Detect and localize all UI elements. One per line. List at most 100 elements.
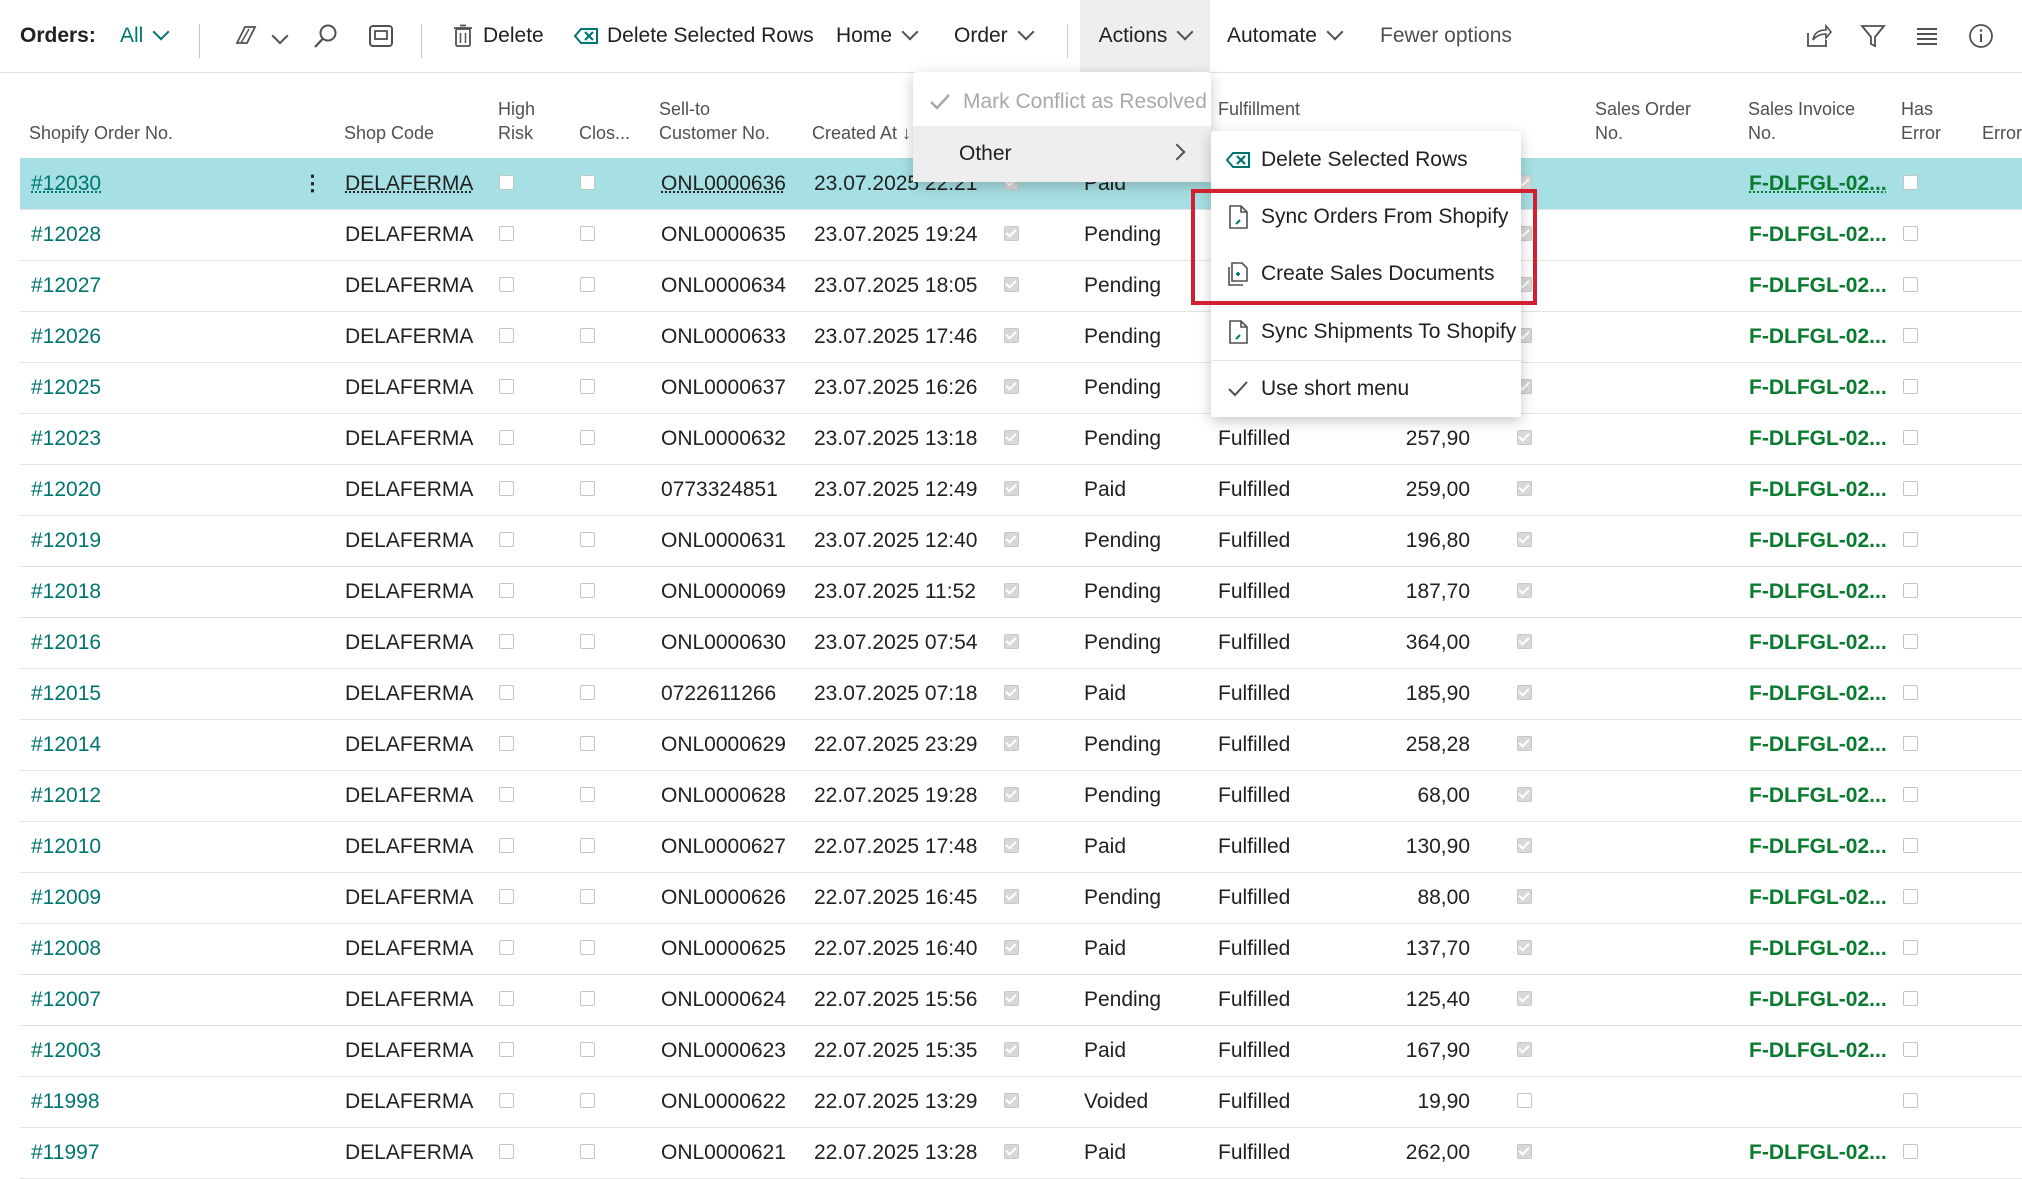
automate-menu[interactable]: Automate — [1227, 0, 1344, 72]
table-row[interactable]: #12025 DELAFERMA ONL0000637 23.07.2025 16:2… — [20, 362, 2022, 414]
order-no-link[interactable]: #11998 — [31, 1076, 271, 1127]
home-menu[interactable]: Home — [836, 0, 919, 72]
column-header-sales-order-no[interactable]: Sales Order No. — [1595, 97, 1691, 145]
order-no-link[interactable]: #12009 — [31, 872, 271, 923]
has-error-checkbox — [1903, 379, 1918, 394]
edit-list-icon[interactable] — [363, 18, 399, 54]
column-header-shop-code[interactable]: Shop Code — [344, 121, 434, 145]
order-no-link[interactable]: #12030 — [31, 158, 271, 209]
sales-invoice-link[interactable]: F-DLFGL-02... — [1749, 770, 1909, 821]
order-no-link[interactable]: #12027 — [31, 260, 271, 311]
order-menu[interactable]: Order — [954, 0, 1035, 72]
share-icon[interactable] — [1800, 18, 1836, 54]
column-header-sales-invoice-no[interactable]: Sales Invoice No. — [1748, 97, 1855, 145]
sales-invoice-link[interactable]: F-DLFGL-02... — [1749, 362, 1909, 413]
sales-invoice-link[interactable] — [1749, 1076, 1909, 1127]
menu-item-use-short-menu[interactable]: Use short menu — [1211, 361, 1521, 417]
column-header-created-at[interactable]: Created At ↓ — [812, 121, 911, 145]
table-row[interactable]: #12016 DELAFERMA ONL0000630 23.07.2025 07:5… — [20, 617, 2022, 669]
order-no-link[interactable]: #12023 — [31, 413, 271, 464]
table-row[interactable]: #12027 DELAFERMA ONL0000634 23.07.2025 18:0… — [20, 260, 2022, 312]
row-more-options-icon[interactable]: ⋮ — [302, 158, 323, 209]
table-row[interactable]: #12020 DELAFERMA 0773324851 23.07.2025 12:4… — [20, 464, 2022, 516]
order-no-link[interactable]: #12020 — [31, 464, 271, 515]
order-no-link[interactable]: #12015 — [31, 668, 271, 719]
table-row[interactable]: #12010 DELAFERMA ONL0000627 22.07.2025 17:4… — [20, 821, 2022, 873]
shop-code-cell: DELAFERMA — [345, 477, 474, 501]
customer-no-cell: 0722611266 — [661, 681, 777, 705]
customer-no-cell: ONL0000630 — [661, 630, 786, 654]
table-row[interactable]: #12019 DELAFERMA ONL0000631 23.07.2025 12:4… — [20, 515, 2022, 567]
sales-invoice-link[interactable]: F-DLFGL-02... — [1749, 1127, 1909, 1178]
actions-menu[interactable]: Actions — [1080, 0, 1210, 72]
search-icon[interactable] — [308, 18, 344, 54]
order-no-link[interactable]: #12003 — [31, 1025, 271, 1076]
sales-invoice-link[interactable]: F-DLFGL-02... — [1749, 923, 1909, 974]
info-icon[interactable] — [1963, 18, 1999, 54]
menu-item-other[interactable]: Other — [913, 126, 1211, 182]
sales-invoice-link[interactable]: F-DLFGL-02... — [1749, 209, 1909, 260]
column-header-error[interactable]: Error — [1982, 121, 2022, 145]
menu-item-mark-conflict-resolved[interactable]: Mark Conflict as Resolved — [913, 74, 1211, 130]
sales-invoice-link[interactable]: F-DLFGL-02... — [1749, 821, 1909, 872]
column-header-closed[interactable]: Clos... — [579, 121, 630, 145]
order-no-link[interactable]: #12018 — [31, 566, 271, 617]
chevron-down-icon[interactable] — [271, 27, 289, 45]
table-row[interactable]: #12007 DELAFERMA ONL0000624 22.07.2025 15:5… — [20, 974, 2022, 1026]
order-no-link[interactable]: #12026 — [31, 311, 271, 362]
delete-button[interactable]: Delete — [453, 0, 544, 72]
menu-item-delete-selected-rows[interactable]: Delete Selected Rows — [1211, 132, 1521, 188]
table-row[interactable]: #11998 DELAFERMA ONL0000622 22.07.2025 13:2… — [20, 1076, 2022, 1128]
sales-invoice-link[interactable]: F-DLFGL-02... — [1749, 566, 1909, 617]
order-no-link[interactable]: #12025 — [31, 362, 271, 413]
table-row[interactable]: #12014 DELAFERMA ONL0000629 22.07.2025 23:2… — [20, 719, 2022, 771]
table-row[interactable]: #12008 DELAFERMA ONL0000625 22.07.2025 16:4… — [20, 923, 2022, 975]
list-view-icon[interactable] — [1909, 18, 1945, 54]
sales-invoice-link[interactable]: F-DLFGL-02... — [1749, 668, 1909, 719]
sales-invoice-link[interactable]: F-DLFGL-02... — [1749, 260, 1909, 311]
sales-invoice-link[interactable]: F-DLFGL-02... — [1749, 617, 1909, 668]
order-no-link[interactable]: #12014 — [31, 719, 271, 770]
table-row[interactable]: #12026 DELAFERMA ONL0000633 23.07.2025 17:4… — [20, 311, 2022, 363]
table-row[interactable]: #11997 DELAFERMA ONL0000621 22.07.2025 13:2… — [20, 1127, 2022, 1179]
table-row[interactable]: #12028 DELAFERMA ONL0000635 23.07.2025 19:2… — [20, 209, 2022, 261]
sales-invoice-link[interactable]: F-DLFGL-02... — [1749, 464, 1909, 515]
order-no-link[interactable]: #11997 — [31, 1127, 271, 1178]
sales-invoice-link[interactable]: F-DLFGL-02... — [1749, 872, 1909, 923]
filter-icon[interactable] — [1855, 18, 1891, 54]
copilot-analyze-icon[interactable] — [228, 18, 264, 54]
column-header-order-no[interactable]: Shopify Order No. — [29, 121, 173, 145]
table-row[interactable]: #12012 DELAFERMA ONL0000628 22.07.2025 19:2… — [20, 770, 2022, 822]
table-row[interactable]: #12009 DELAFERMA ONL0000626 22.07.2025 16:4… — [20, 872, 2022, 924]
menu-item-sync-shipments-to-shopify[interactable]: Sync Shipments To Shopify — [1211, 304, 1521, 360]
fewer-options-button[interactable]: Fewer options — [1380, 0, 1512, 72]
column-header-fulfillment[interactable]: Fulfillment — [1218, 97, 1300, 121]
table-row[interactable]: #12015 DELAFERMA 0722611266 23.07.2025 07:1… — [20, 668, 2022, 720]
column-header-has-error[interactable]: Has Error — [1901, 97, 1941, 145]
sales-invoice-link[interactable]: F-DLFGL-02... — [1749, 719, 1909, 770]
column-header-sell-to-customer[interactable]: Sell-to Customer No. — [659, 97, 770, 145]
order-no-link[interactable]: #12028 — [31, 209, 271, 260]
column-header-high-risk[interactable]: High Risk — [498, 97, 535, 145]
processed-checkbox — [1004, 838, 1019, 853]
table-row[interactable]: #12018 DELAFERMA ONL0000069 23.07.2025 11:5… — [20, 566, 2022, 618]
order-no-link[interactable]: #12010 — [31, 821, 271, 872]
sales-invoice-link[interactable]: F-DLFGL-02... — [1749, 311, 1909, 362]
table-row[interactable]: #12003 DELAFERMA ONL0000623 22.07.2025 15:3… — [20, 1025, 2022, 1077]
customer-no-cell: ONL0000636 — [661, 171, 786, 195]
view-filter-dropdown[interactable]: All — [120, 0, 170, 72]
order-no-link[interactable]: #12008 — [31, 923, 271, 974]
sales-invoice-link[interactable]: F-DLFGL-02... — [1749, 413, 1909, 464]
fulfillment-status-cell: Fulfilled — [1218, 936, 1291, 960]
order-no-link[interactable]: #12012 — [31, 770, 271, 821]
fulfillment-status-cell: Fulfilled — [1218, 1089, 1291, 1113]
sales-invoice-link[interactable]: F-DLFGL-02... — [1749, 515, 1909, 566]
order-no-link[interactable]: #12007 — [31, 974, 271, 1025]
sales-invoice-link[interactable]: F-DLFGL-02... — [1749, 158, 1909, 209]
order-no-link[interactable]: #12016 — [31, 617, 271, 668]
sales-invoice-link[interactable]: F-DLFGL-02... — [1749, 974, 1909, 1025]
delete-selected-rows-button[interactable]: Delete Selected Rows — [573, 0, 814, 72]
sales-invoice-link[interactable]: F-DLFGL-02... — [1749, 1025, 1909, 1076]
order-no-link[interactable]: #12019 — [31, 515, 271, 566]
table-row[interactable]: #12023 DELAFERMA ONL0000632 23.07.2025 13:1… — [20, 413, 2022, 465]
